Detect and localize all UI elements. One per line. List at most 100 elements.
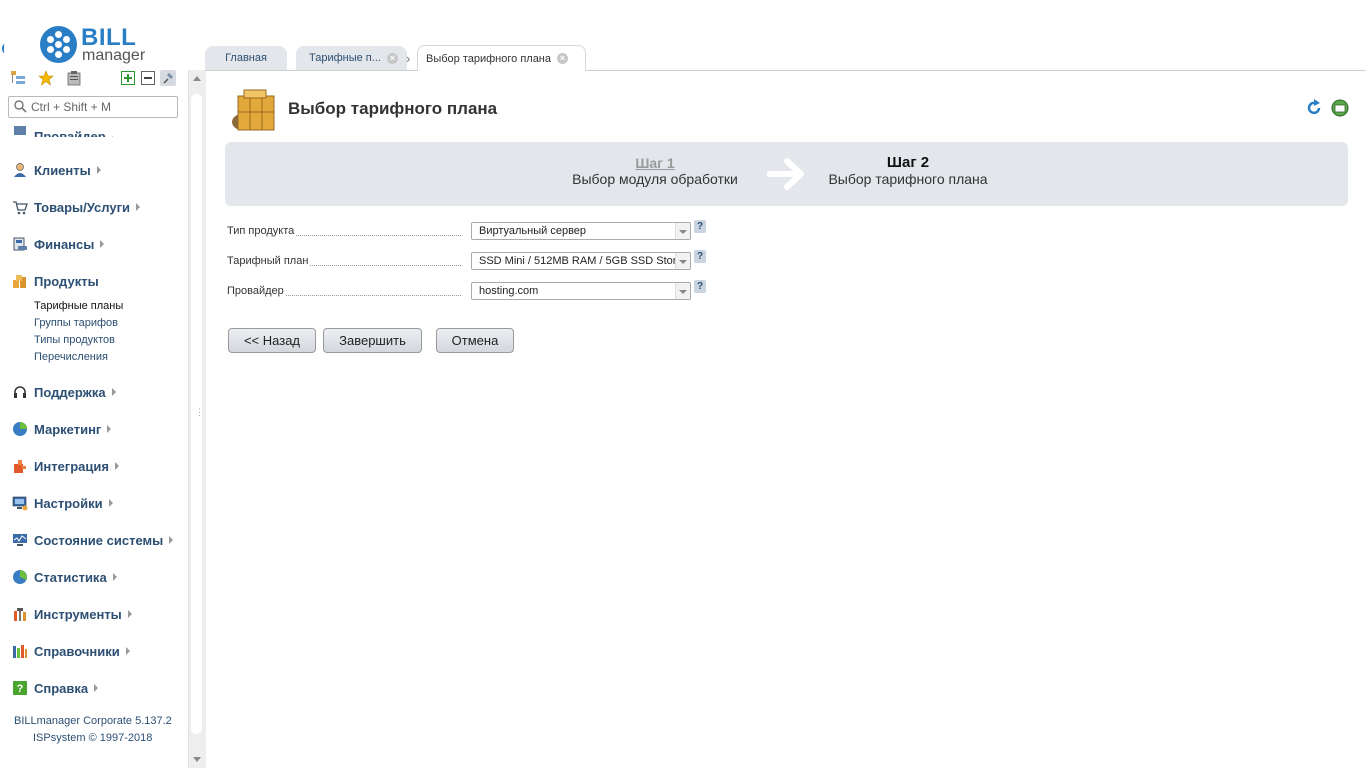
tariff-plan-select[interactable]: SSD Mini / 512MB RAM / 5GB SSD Storage bbox=[471, 252, 691, 270]
tab-bar: Главная Тарифные п... × › Выбор тарифног… bbox=[205, 44, 1366, 71]
help-icon[interactable]: ? bbox=[694, 220, 706, 233]
tab-tariff-plans[interactable]: Тарифные п... × bbox=[296, 46, 407, 70]
finance-icon bbox=[12, 236, 28, 252]
tab-home[interactable]: Главная bbox=[205, 46, 287, 70]
sidebar-item-help[interactable]: ? Справка bbox=[12, 678, 99, 698]
help-icon[interactable]: ? bbox=[694, 280, 706, 293]
sidebar-item-label: Провайдер bbox=[34, 129, 106, 137]
puzzle-icon bbox=[12, 458, 28, 474]
sidebar-item-marketing[interactable]: Маркетинг bbox=[12, 419, 112, 439]
tools-icon bbox=[12, 606, 28, 622]
step-1-title[interactable]: Шаг 1 bbox=[565, 155, 745, 171]
product-type-select[interactable]: Виртуальный сервер bbox=[471, 222, 691, 240]
clients-icon bbox=[12, 162, 28, 178]
sidebar-item-label: Маркетинг bbox=[34, 421, 102, 437]
chevron-down-icon[interactable] bbox=[675, 253, 690, 269]
sidebar-item-label: Клиенты bbox=[34, 162, 91, 178]
svg-text:?: ? bbox=[17, 683, 24, 695]
product-version: BILLmanager Corporate 5.137.2 bbox=[14, 715, 172, 727]
sidebar-subitem-tariff-groups[interactable]: Группы тарифов bbox=[34, 317, 118, 329]
provider-select[interactable]: hosting.com bbox=[471, 282, 691, 300]
step-1-subtitle: Выбор модуля обработки bbox=[572, 171, 738, 187]
sidebar-item-label: Инструменты bbox=[34, 606, 122, 622]
sidebar-item-provider[interactable]: Провайдер bbox=[12, 126, 116, 137]
stats-icon bbox=[12, 569, 28, 585]
sidebar-subitem-tariff-plans[interactable]: Тарифные планы bbox=[34, 300, 123, 312]
tab-label: Выбор тарифного плана bbox=[426, 52, 552, 65]
sidebar-item-finance[interactable]: Финансы bbox=[12, 234, 105, 254]
tab-select-tariff[interactable]: Выбор тарифного плана × bbox=[417, 45, 586, 71]
wizard-steps: Шаг 1 Выбор модуля обработки Шаг 2 Выбор… bbox=[225, 142, 1348, 206]
logo[interactable]: BILL manager bbox=[40, 24, 180, 66]
books-icon bbox=[12, 643, 28, 659]
form-row-provider: Провайдер hosting.com ? bbox=[227, 280, 727, 302]
sidebar-item-label: Состояние системы bbox=[34, 532, 164, 548]
search-input[interactable] bbox=[31, 99, 171, 115]
page-title: Выбор тарифного плана bbox=[288, 99, 498, 118]
chevron-down-icon[interactable] bbox=[675, 283, 690, 299]
resize-grip-icon[interactable]: ⋮ bbox=[195, 408, 204, 417]
monitor-icon bbox=[12, 532, 28, 548]
sidebar-item-system-state[interactable]: Состояние системы bbox=[12, 530, 174, 550]
expand-all-icon[interactable] bbox=[120, 70, 136, 86]
help-icon[interactable]: ? bbox=[694, 250, 706, 263]
sidebar-item-settings[interactable]: Настройки bbox=[12, 493, 113, 513]
sidebar-subitem-product-types[interactable]: Типы продуктов bbox=[34, 334, 115, 346]
sidebar-item-tools[interactable]: Инструменты bbox=[12, 604, 132, 624]
favorites-star-icon[interactable] bbox=[38, 70, 54, 86]
wizard-step-1[interactable]: Шаг 1 Выбор модуля обработки bbox=[565, 155, 745, 187]
tariff-plan-label: Тарифный план bbox=[227, 255, 311, 267]
sidebar-item-products[interactable]: Продукты bbox=[12, 271, 99, 291]
collapse-handle[interactable] bbox=[2, 44, 7, 53]
sidebar-item-statistics[interactable]: Статистика bbox=[12, 567, 117, 587]
chevron-down-icon[interactable] bbox=[675, 223, 690, 239]
copyright: ISPsystem © 1997-2018 bbox=[33, 732, 153, 744]
sidebar-item-integration[interactable]: Интеграция bbox=[12, 456, 119, 476]
close-icon[interactable]: × bbox=[557, 53, 569, 64]
sidebar-item-goods[interactable]: Товары/Услуги bbox=[12, 197, 140, 217]
arrow-right-icon bbox=[767, 158, 804, 190]
search-field[interactable] bbox=[8, 96, 178, 118]
sidebar-item-references[interactable]: Справочники bbox=[12, 641, 130, 661]
sidebar-item-label: Настройки bbox=[34, 495, 103, 511]
scroll-down-icon[interactable] bbox=[193, 757, 201, 762]
logo-manager-text: manager bbox=[82, 47, 146, 64]
sidebar-item-label: Продукты bbox=[34, 273, 99, 289]
sidebar-scrollbar[interactable]: ⋮ bbox=[188, 70, 206, 768]
form-row-tariff-plan: Тарифный план SSD Mini / 512MB RAM / 5GB… bbox=[227, 250, 727, 272]
sidebar-item-label: Товары/Услуги bbox=[34, 199, 130, 215]
back-button[interactable]: << Назад bbox=[228, 328, 316, 353]
provider-label: Провайдер bbox=[227, 285, 286, 297]
sidebar-item-label: Финансы bbox=[34, 236, 95, 252]
provider-icon bbox=[12, 126, 28, 137]
close-icon[interactable]: × bbox=[386, 52, 398, 64]
cancel-button[interactable]: Отмена bbox=[436, 328, 514, 353]
scroll-up-icon[interactable] bbox=[193, 76, 201, 81]
clipboard-icon[interactable] bbox=[66, 70, 82, 86]
refresh-icon[interactable] bbox=[1305, 99, 1323, 117]
sidebar-item-clients[interactable]: Клиенты bbox=[12, 160, 101, 180]
step-2-title: Шаг 2 bbox=[886, 154, 930, 171]
finish-button[interactable]: Завершить bbox=[323, 328, 422, 353]
sidebar-item-label: Справочники bbox=[34, 643, 120, 659]
selected-value: SSD Mini / 512MB RAM / 5GB SSD Storage bbox=[479, 255, 677, 267]
pin-icon[interactable] bbox=[160, 70, 176, 86]
tree-view-icon[interactable] bbox=[10, 70, 26, 86]
tab-label: Главная bbox=[225, 52, 267, 64]
sidebar-item-label: Поддержка bbox=[34, 384, 106, 400]
wizard-step-2: Шаг 2 Выбор тарифного плана bbox=[817, 154, 999, 187]
sidebar-item-label: Справка bbox=[34, 680, 89, 696]
form-row-product-type: Тип продукта Виртуальный сервер ? bbox=[227, 220, 727, 242]
headset-icon bbox=[12, 384, 28, 400]
sidebar-item-label: Интеграция bbox=[34, 458, 109, 474]
sidebar-subitem-enumerations[interactable]: Перечисления bbox=[34, 351, 108, 363]
products-icon bbox=[12, 273, 28, 289]
settings-icon bbox=[12, 495, 28, 511]
tab-label: Тарифные п... bbox=[309, 52, 381, 64]
product-type-label: Тип продукта bbox=[227, 225, 297, 237]
selected-value: hosting.com bbox=[479, 285, 539, 297]
sidebar-item-support[interactable]: Поддержка bbox=[12, 382, 116, 402]
help-book-icon: ? bbox=[12, 680, 28, 696]
new-window-icon[interactable] bbox=[1331, 99, 1349, 117]
collapse-all-icon[interactable] bbox=[140, 70, 156, 86]
